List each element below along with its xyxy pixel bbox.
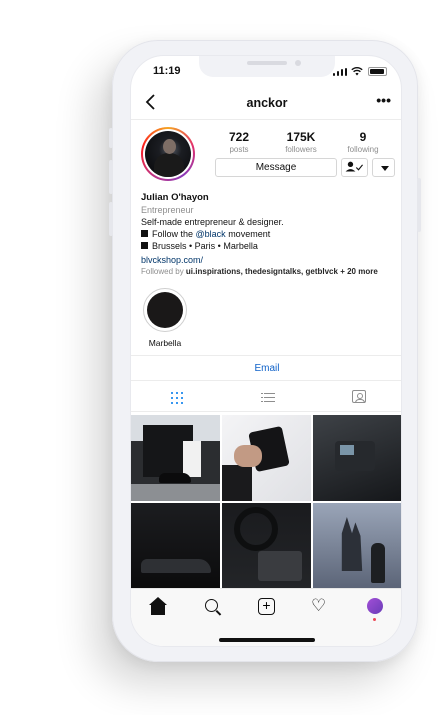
followed-by-names: ui.inspirations, thedesigntalks, getblvc… (185, 267, 338, 276)
home-indicator[interactable] (219, 638, 315, 642)
story-highlight-marbella[interactable] (143, 288, 187, 332)
bio-mention-link[interactable]: @black (196, 229, 226, 239)
profile-avatar[interactable] (141, 127, 195, 181)
stat-followers-label: followers (285, 145, 317, 154)
grid-icon (171, 392, 183, 404)
app-screen: 11:19 anckor ••• 722 posts 175K follower… (130, 55, 402, 647)
black-square-icon (141, 230, 148, 237)
tab-tagged[interactable] (313, 382, 401, 412)
add-post-icon[interactable] (257, 597, 277, 617)
user-check-icon (345, 161, 364, 172)
search-icon[interactable] (203, 597, 223, 617)
status-bar: 11:19 (131, 56, 401, 86)
heart-icon[interactable]: ♡ (311, 597, 331, 617)
stat-following[interactable]: 9 following (333, 130, 393, 154)
stat-followers-count: 175K (286, 130, 316, 144)
more-options-icon[interactable]: ••• (376, 92, 391, 108)
bottom-navigation: ♡ (131, 588, 401, 646)
post-grid (131, 415, 401, 589)
followed-by[interactable]: Followed by ui.inspirations, thedesignta… (141, 267, 378, 276)
post-thumbnail[interactable] (131, 503, 220, 589)
stat-following-label: following (347, 145, 379, 154)
stat-posts[interactable]: 722 posts (209, 130, 269, 154)
post-thumbnail[interactable] (313, 415, 401, 501)
profile-username: anckor (246, 96, 288, 110)
mute-switch (109, 128, 113, 148)
email-button[interactable]: Email (131, 355, 401, 381)
message-button[interactable]: Message (215, 158, 337, 177)
notch (199, 56, 335, 77)
stat-following-count: 9 (359, 130, 367, 144)
profile-avatar-icon[interactable] (365, 597, 385, 617)
signal-icon (333, 68, 347, 76)
profile-bio: Julian O'hayon Entrepreneur Self-made en… (141, 192, 397, 266)
bio-line-1: Self-made entrepreneur & designer. (141, 217, 284, 227)
story-highlight-label: Marbella (148, 338, 182, 348)
power-button (417, 178, 421, 232)
wifi-icon (351, 66, 363, 76)
post-thumbnail[interactable] (222, 415, 311, 501)
profile-website-link[interactable]: blvckshop.com/ (141, 254, 397, 266)
stat-posts-count: 722 (228, 130, 250, 144)
stat-followers[interactable]: 175K followers (271, 130, 331, 154)
following-button[interactable] (341, 158, 368, 177)
tab-grid[interactable] (131, 382, 221, 412)
profile-category: Entrepreneur (141, 205, 194, 215)
list-icon (261, 392, 275, 402)
post-thumbnail[interactable] (222, 503, 311, 589)
home-icon[interactable] (149, 597, 169, 617)
black-square-icon (141, 242, 148, 249)
volume-up-button (109, 160, 113, 194)
tab-feed[interactable] (222, 382, 312, 412)
profile-tabs (131, 382, 401, 412)
suggestions-dropdown-button[interactable] (372, 158, 395, 177)
notification-dot (373, 618, 376, 621)
status-time: 11:19 (153, 65, 181, 77)
tagged-person-icon (352, 390, 366, 403)
bio-line-2: Follow the @black movement (141, 228, 397, 240)
volume-down-button (109, 202, 113, 236)
battery-icon (368, 67, 387, 76)
profile-full-name: Julian O'hayon (141, 192, 209, 203)
chevron-down-icon (381, 166, 389, 171)
post-thumbnail[interactable] (313, 503, 401, 589)
post-thumbnail[interactable] (131, 415, 220, 501)
profile-header: anckor ••• (131, 86, 401, 120)
stat-posts-label: posts (229, 145, 249, 154)
bio-line-3: Brussels • Paris • Marbella (141, 240, 397, 252)
